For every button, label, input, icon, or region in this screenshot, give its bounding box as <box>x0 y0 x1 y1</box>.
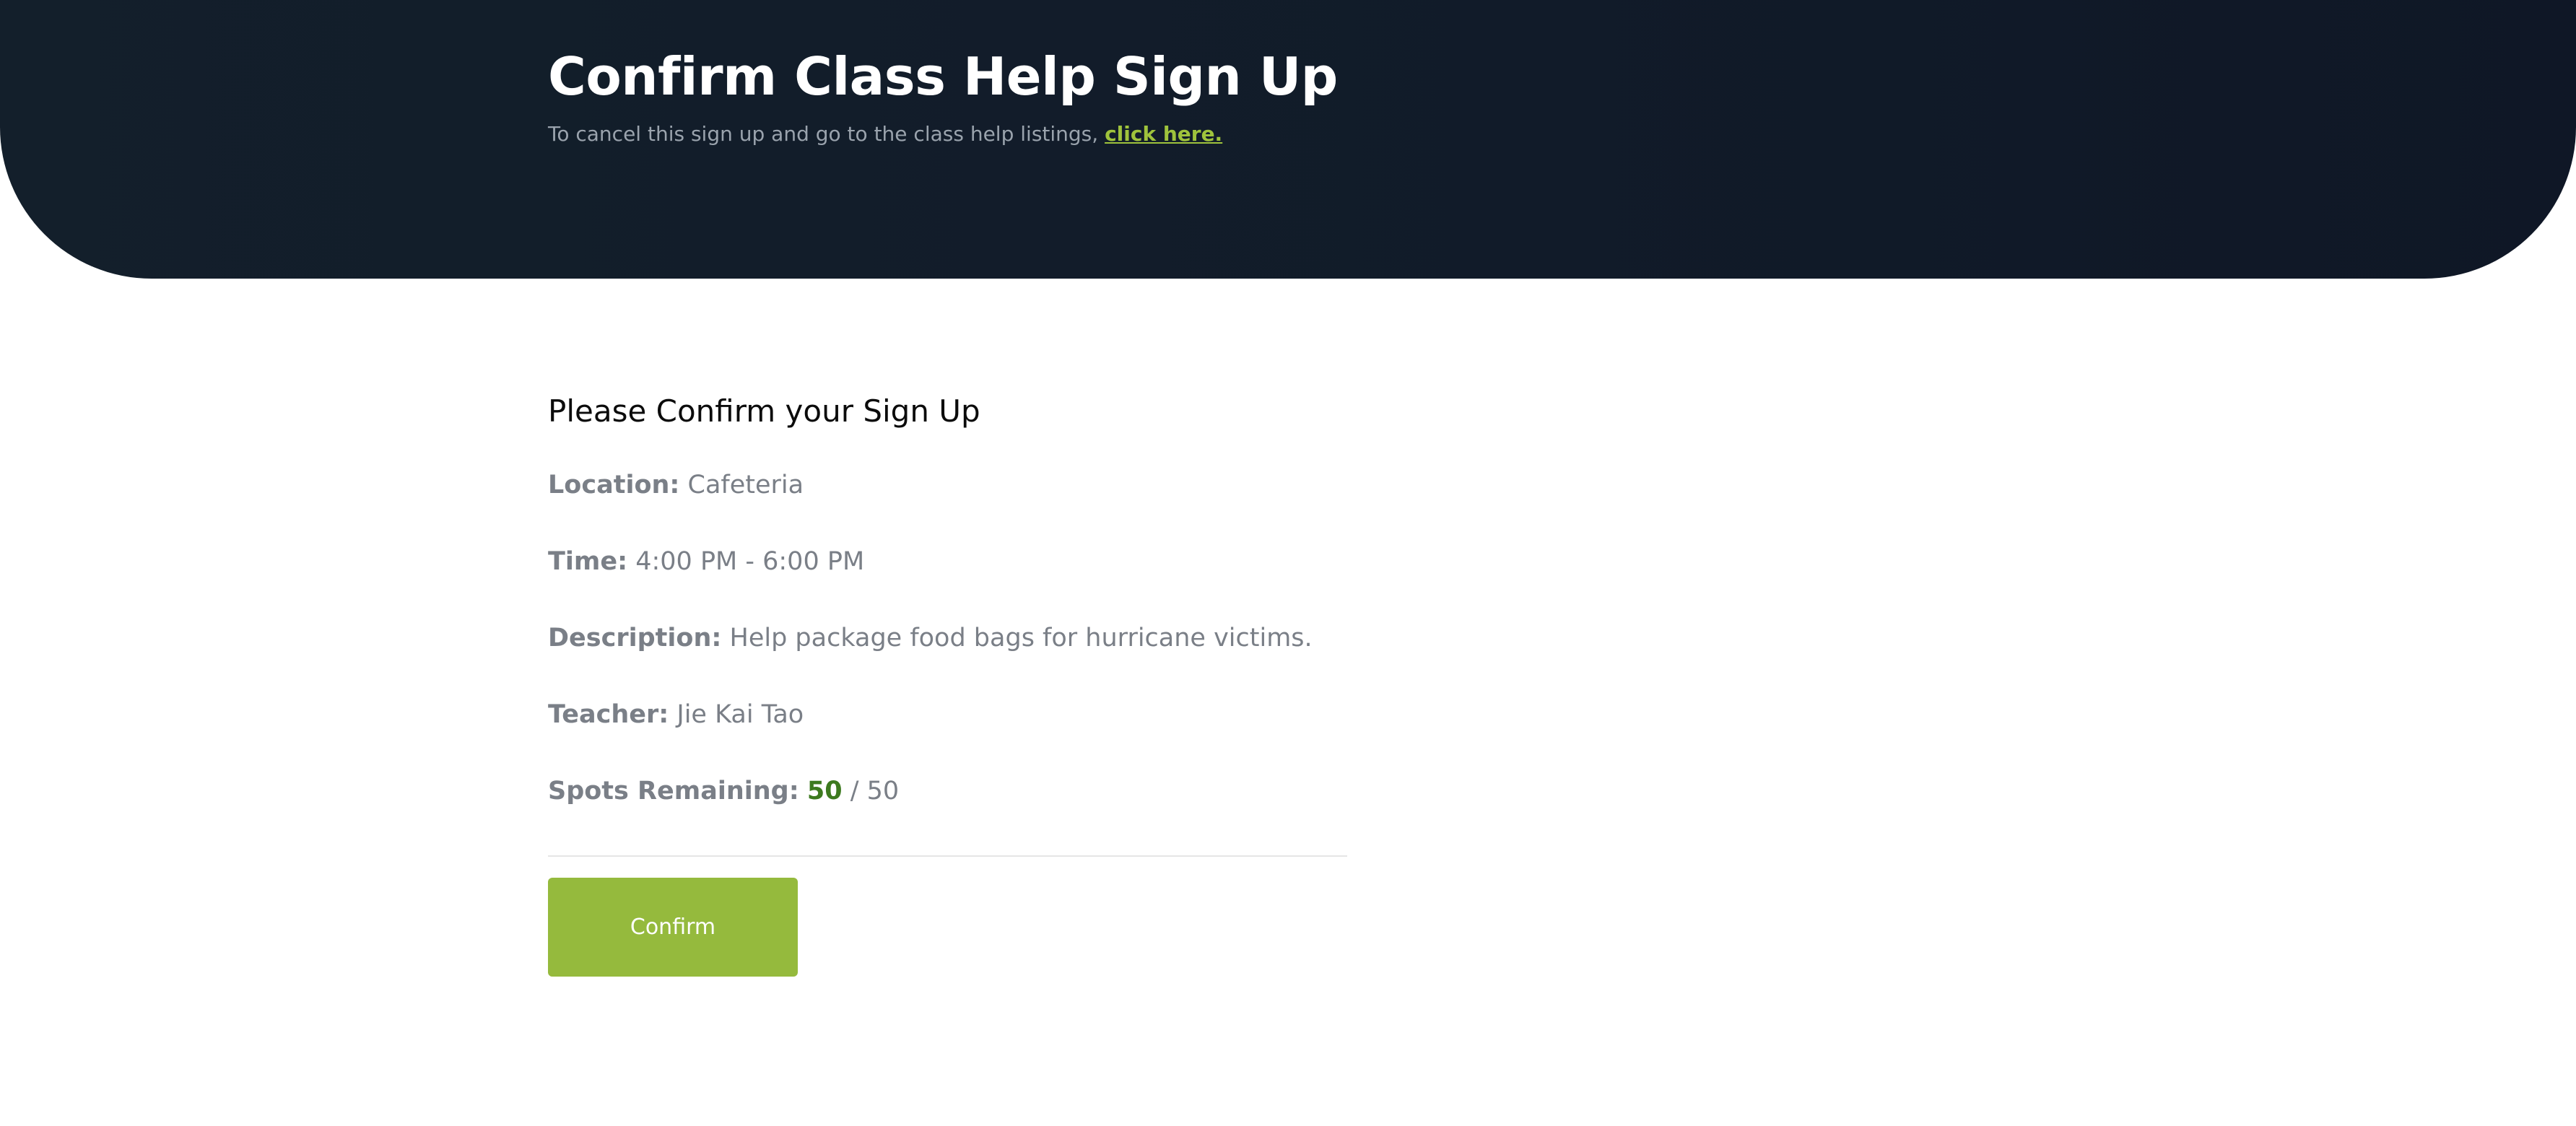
header-content: Confirm Class Help Sign Up To cancel thi… <box>548 45 2136 149</box>
cancel-instructions: To cancel this sign up and go to the cla… <box>548 120 2136 149</box>
cancel-link[interactable]: click here. <box>1105 122 1222 146</box>
spots-label: Spots Remaining: <box>548 777 799 806</box>
spots-row: Spots Remaining: 50 / 50 <box>548 773 1347 809</box>
section-heading: Please Confirm your Sign Up <box>548 393 980 429</box>
location-label: Location: <box>548 471 680 499</box>
description-label: Description: <box>548 624 722 653</box>
page-header: Confirm Class Help Sign Up To cancel thi… <box>0 0 2576 279</box>
location-row: Location: Cafeteria <box>548 467 1347 503</box>
spots-separator: / <box>842 777 867 806</box>
teacher-value: Jie Kai Tao <box>676 700 804 729</box>
teacher-row: Teacher: Jie Kai Tao <box>548 697 1347 733</box>
time-value: 4:00 PM - 6:00 PM <box>635 547 865 576</box>
cancel-text: To cancel this sign up and go to the cla… <box>548 122 1105 146</box>
confirm-button[interactable]: Confirm <box>548 878 798 977</box>
divider <box>548 855 1347 857</box>
teacher-label: Teacher: <box>548 700 669 729</box>
page-title: Confirm Class Help Sign Up <box>548 46 1338 107</box>
location-value: Cafeteria <box>687 471 804 499</box>
time-label: Time: <box>548 547 628 576</box>
spots-remaining: 50 <box>806 777 843 806</box>
confirm-panel: Please Confirm your Sign Up Location: Ca… <box>548 390 1347 977</box>
description-value: Help package food bags for hurricane vic… <box>729 624 1313 653</box>
spots-total: 50 <box>866 777 900 806</box>
time-row: Time: 4:00 PM - 6:00 PM <box>548 544 1347 580</box>
description-row: Description: Help package food bags for … <box>548 620 1347 656</box>
